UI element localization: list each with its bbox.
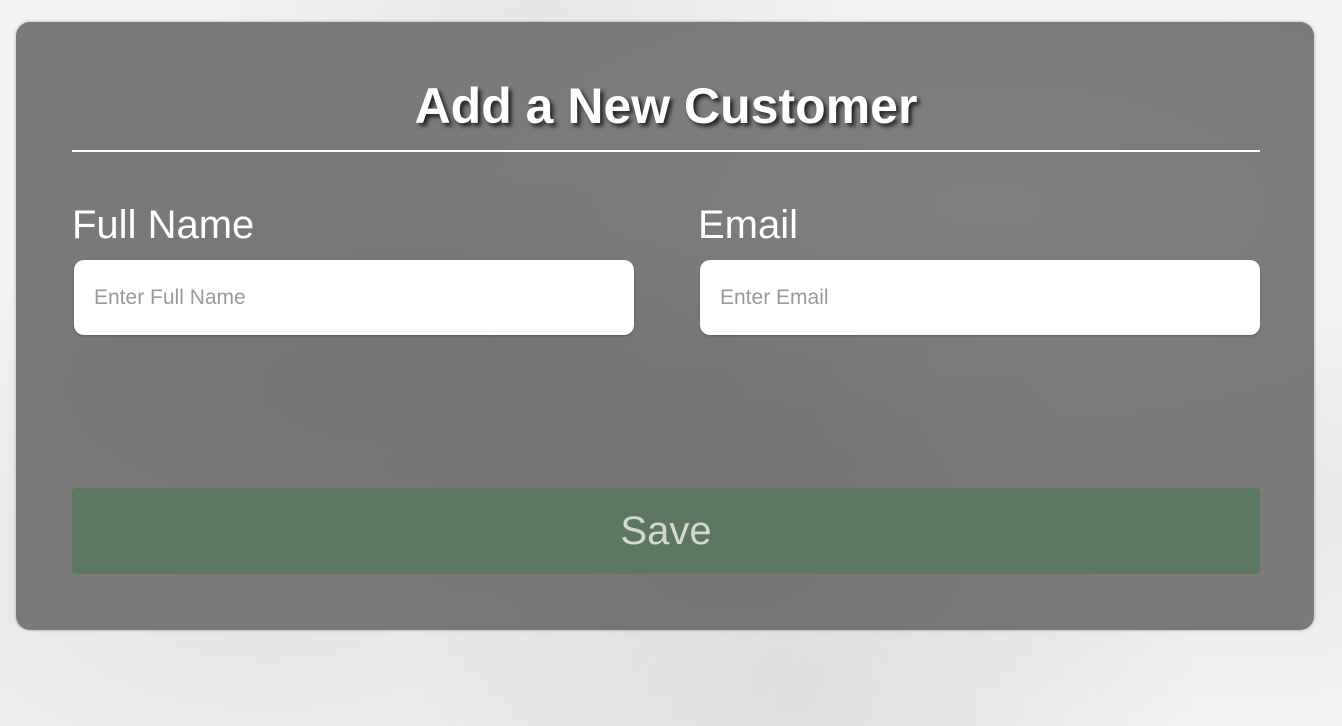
email-input[interactable] <box>700 260 1260 335</box>
email-group: Email <box>698 202 1260 335</box>
form-fields: Full Name Email <box>72 202 1260 335</box>
form-title: Add a New Customer <box>414 78 918 134</box>
add-customer-card: Add a New Customer Full Name Email Save <box>16 22 1314 630</box>
full-name-group: Full Name <box>72 202 634 335</box>
full-name-label: Full Name <box>72 203 255 247</box>
save-button[interactable]: Save <box>72 488 1260 574</box>
email-label: Email <box>698 203 799 247</box>
full-name-input[interactable] <box>74 260 634 335</box>
title-divider <box>72 150 1260 152</box>
